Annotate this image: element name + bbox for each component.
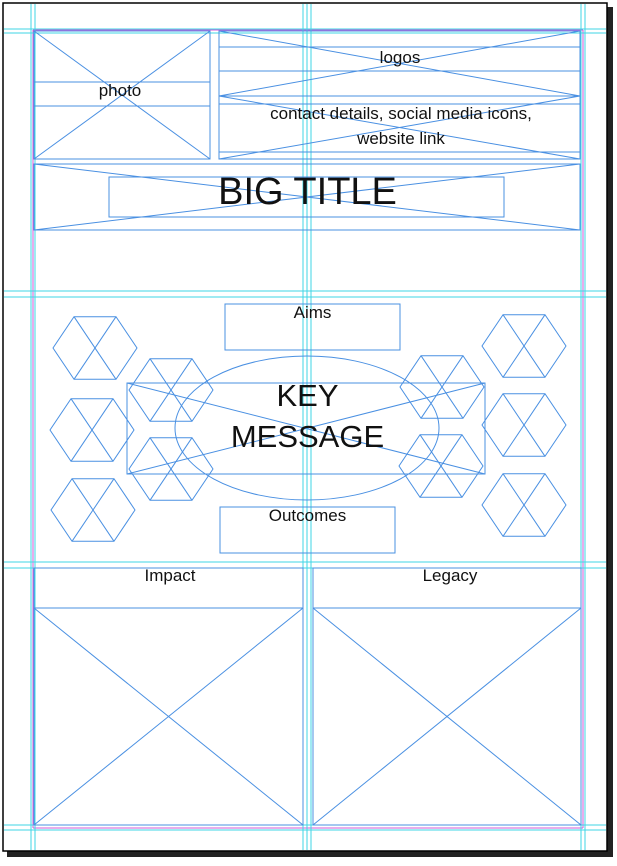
impact-label: Impact: [144, 566, 196, 585]
poster-layout-mockup: photo logos contact details, social medi…: [0, 0, 617, 861]
aims-label: Aims: [293, 303, 332, 322]
logos-label: logos: [379, 48, 421, 67]
key-message-label-line2: MESSAGE: [230, 419, 385, 454]
photo-label: photo: [98, 81, 142, 100]
outcomes-label: Outcomes: [268, 506, 347, 525]
big-title-label: BIG TITLE: [218, 171, 397, 213]
key-message-label-line1: KEY: [276, 378, 339, 413]
legacy-label: Legacy: [422, 566, 478, 585]
contact-label-line2: website link: [357, 129, 445, 148]
contact-label-line1: contact details, social media icons,: [270, 104, 532, 123]
